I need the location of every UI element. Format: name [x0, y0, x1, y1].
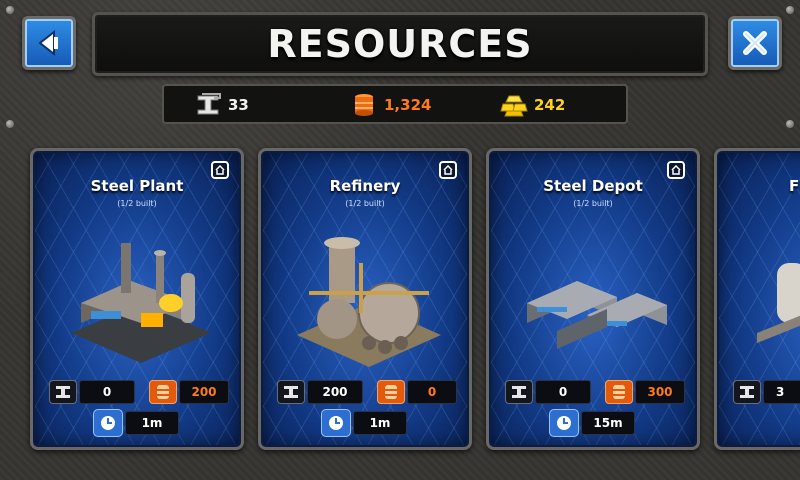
- oil-cost: 300: [635, 380, 685, 404]
- card-built-count: (1/2 built): [573, 199, 613, 208]
- build-cost-row: 0 200: [49, 379, 229, 405]
- building-cards-carousel[interactable]: Steel Plant (1/2 built) 0 200 1m Refiner…: [0, 140, 800, 480]
- refinery-building-icon: [297, 237, 441, 367]
- build-time-row: 15m: [549, 409, 635, 437]
- steel-cost: 3: [763, 380, 800, 404]
- steel-total: 33: [194, 92, 249, 118]
- gold-bars-icon: [500, 95, 528, 117]
- steel-beam-icon: [277, 380, 305, 404]
- steel-total-value: 33: [228, 96, 249, 114]
- steel-cost: 200: [307, 380, 363, 404]
- oil-total-value: 1,324: [384, 96, 432, 114]
- clock-icon: [321, 409, 351, 437]
- building-card-steel-plant[interactable]: Steel Plant (1/2 built) 0 200 1m: [30, 148, 244, 450]
- back-arrow-icon: [38, 29, 58, 57]
- back-button[interactable]: [22, 16, 76, 70]
- rivet: [6, 120, 14, 128]
- steel-cost: 0: [535, 380, 591, 404]
- build-cost-row: 200 0: [277, 379, 457, 405]
- steel-cost: 0: [79, 380, 135, 404]
- rivet: [786, 6, 794, 14]
- build-cost-row: 0 300: [505, 379, 685, 405]
- rivet: [6, 6, 14, 14]
- close-x-icon: [743, 31, 767, 55]
- resource-totals-bar: 33 1,324 242: [162, 84, 628, 124]
- clock-icon: [549, 409, 579, 437]
- oil-barrels-icon: [377, 380, 405, 404]
- oil-barrels-icon: [149, 380, 177, 404]
- build-time: 1m: [125, 411, 179, 435]
- building-card-refinery[interactable]: Refinery (1/2 built) 200 0 1m: [258, 148, 472, 450]
- oil-barrels-icon: [355, 94, 373, 116]
- steel-depot-building-icon: [527, 281, 667, 349]
- steel-beam-icon: [733, 380, 761, 404]
- partial-building-icon: [757, 263, 800, 343]
- card-title: Steel Depot: [543, 177, 643, 195]
- steel-beam-icon: [49, 380, 77, 404]
- oil-total: 1,324: [350, 92, 431, 118]
- build-time: 1m: [353, 411, 407, 435]
- page-title: RESOURCES: [267, 22, 533, 66]
- clock-icon: [93, 409, 123, 437]
- card-title: F: [789, 177, 800, 195]
- steel-plant-building-icon: [71, 243, 211, 363]
- build-time-row: 1m: [321, 409, 407, 437]
- steel-beam-icon: [197, 93, 221, 115]
- build-time: 15m: [581, 411, 635, 435]
- gold-total: 242: [500, 92, 565, 118]
- building-card-steel-depot[interactable]: Steel Depot (1/2 built) 0 300 15m: [486, 148, 700, 450]
- building-card-partial[interactable]: F 3: [714, 148, 800, 450]
- card-title: Refinery: [329, 177, 401, 195]
- card-built-count: (1/2 built): [117, 199, 157, 208]
- card-title: Steel Plant: [90, 177, 184, 195]
- title-bar: RESOURCES: [92, 12, 708, 76]
- card-built-count: (1/2 built): [345, 199, 385, 208]
- steel-beam-icon: [505, 380, 533, 404]
- build-cost-row: 3: [733, 379, 800, 405]
- oil-cost: 200: [179, 380, 229, 404]
- rivet: [786, 120, 794, 128]
- build-time-row: 1m: [93, 409, 179, 437]
- gold-total-value: 242: [534, 96, 566, 114]
- close-button[interactable]: [728, 16, 782, 70]
- oil-barrels-icon: [605, 380, 633, 404]
- oil-cost: 0: [407, 380, 457, 404]
